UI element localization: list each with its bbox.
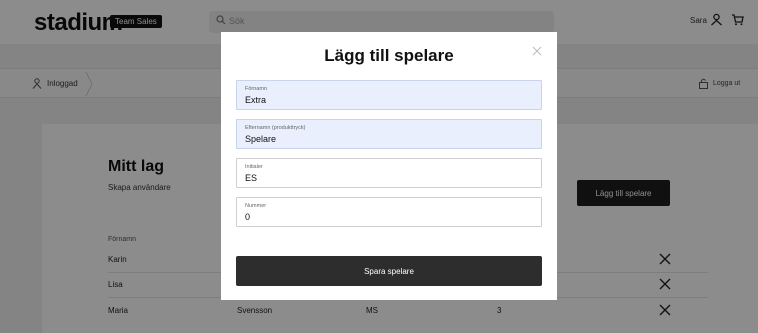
first-name-field[interactable]: Förnamn bbox=[236, 80, 542, 110]
last-name-field[interactable]: Efternamn (produkttryck) bbox=[236, 119, 542, 149]
save-player-button[interactable]: Spara spelare bbox=[236, 256, 542, 286]
initials-field[interactable]: Initialer bbox=[236, 158, 542, 188]
first-name-label: Förnamn bbox=[245, 86, 268, 92]
modal-title: Lägg till spelare bbox=[324, 46, 454, 65]
initials-input[interactable] bbox=[245, 173, 525, 183]
number-label: Nummer bbox=[245, 203, 267, 209]
first-name-input[interactable] bbox=[245, 95, 525, 105]
initials-label: Initialer bbox=[245, 164, 263, 170]
number-field[interactable]: Nummer bbox=[236, 197, 542, 227]
add-player-modal: Lägg till spelare Förnamn Efternamn (pro… bbox=[221, 32, 557, 300]
number-input[interactable] bbox=[245, 212, 525, 222]
last-name-input[interactable] bbox=[245, 134, 525, 144]
close-icon[interactable] bbox=[532, 46, 542, 56]
last-name-label: Efternamn (produkttryck) bbox=[245, 125, 306, 131]
